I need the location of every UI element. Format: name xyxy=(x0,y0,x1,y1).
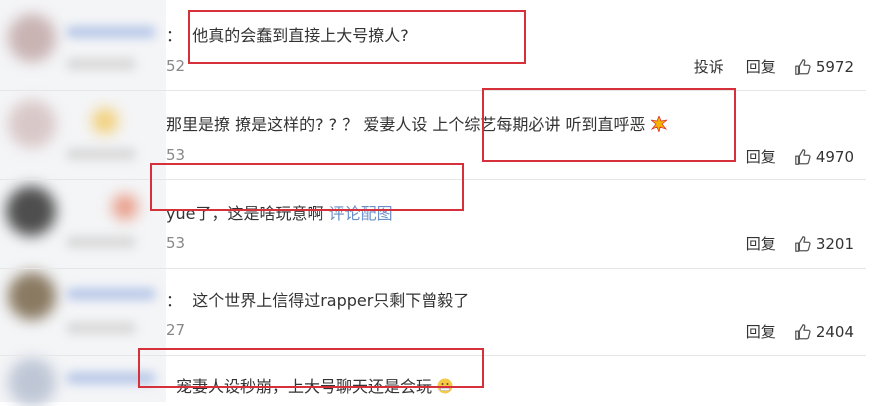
comment-actions: 回复 3201 xyxy=(730,233,854,254)
comment-time: 53 xyxy=(166,234,186,252)
comment-text: ： 这个世界上信得过rapper只剩下曾毅了 xyxy=(166,287,469,311)
like-button[interactable]: 4970 xyxy=(794,148,854,166)
thumbs-up-icon xyxy=(794,323,811,340)
like-count: 5972 xyxy=(815,57,854,76)
thumbs-up-icon xyxy=(794,58,811,75)
comment-body: yue了，这是啥玩意啊 xyxy=(166,204,324,223)
comment-row: 那里是撩 撩是这样的? ? ？ 爱妻人设 上个综艺每期必讲 听到直呼恶 53 回… xyxy=(0,91,866,180)
comment-image-link[interactable]: 评论配图 xyxy=(329,204,393,223)
comment-row: 宠妻人设秒崩，上大号聊天还是会玩 xyxy=(0,356,866,402)
reply-button[interactable]: 回复 xyxy=(746,233,776,254)
comment-actions: 投诉 回复 5972 xyxy=(678,56,854,77)
comment-row: ： 这个世界上信得过rapper只剩下曾毅了 27 回复 2404 xyxy=(0,269,866,356)
like-count: 3201 xyxy=(815,234,854,253)
like-button[interactable]: 5972 xyxy=(794,58,854,76)
comment-time: 27 xyxy=(166,321,186,339)
comment-time: 52 xyxy=(166,57,186,75)
comment-text: ： 他真的会蠢到直接上大号撩人? xyxy=(166,22,409,46)
reply-button[interactable]: 回复 xyxy=(746,56,776,77)
comment-body: 宠妻人设秒崩，上大号聊天还是会玩 xyxy=(176,377,433,396)
comment-body: 这个世界上信得过rapper只剩下曾毅了 xyxy=(192,291,470,310)
grimace-emoji-icon xyxy=(437,378,453,394)
comment-row: yue了，这是啥玩意啊 评论配图 53 回复 3201 xyxy=(0,180,866,269)
like-button[interactable]: 2404 xyxy=(794,323,854,341)
comment-row: ： 他真的会蠢到直接上大号撩人? 52 投诉 回复 5972 xyxy=(0,0,866,91)
comment-text: 宠妻人设秒崩，上大号聊天还是会玩 xyxy=(176,373,453,397)
like-count: 4970 xyxy=(815,147,854,166)
comment-prefix: ： xyxy=(166,291,183,310)
comment-body: 那里是撩 撩是这样的? ? ？ 爱妻人设 上个综艺每期必讲 听到直呼恶 xyxy=(166,115,646,134)
comment-text: 那里是撩 撩是这样的? ? ？ 爱妻人设 上个综艺每期必讲 听到直呼恶 xyxy=(166,111,667,135)
bang-emoji-icon xyxy=(650,116,667,132)
comment-body: 他真的会蠢到直接上大号撩人? xyxy=(192,26,409,45)
reply-button[interactable]: 回复 xyxy=(746,321,776,342)
like-count: 2404 xyxy=(815,322,854,341)
comment-time: 53 xyxy=(166,146,186,164)
thumbs-up-icon xyxy=(794,148,811,165)
reply-button[interactable]: 回复 xyxy=(746,146,776,167)
comment-text: yue了，这是啥玩意啊 评论配图 xyxy=(166,200,393,224)
comment-prefix: ： xyxy=(166,26,183,45)
report-button[interactable]: 投诉 xyxy=(694,56,724,77)
comment-actions: 回复 2404 xyxy=(730,321,854,342)
like-button[interactable]: 3201 xyxy=(794,235,854,253)
thumbs-up-icon xyxy=(794,235,811,252)
comment-actions: 回复 4970 xyxy=(730,146,854,167)
